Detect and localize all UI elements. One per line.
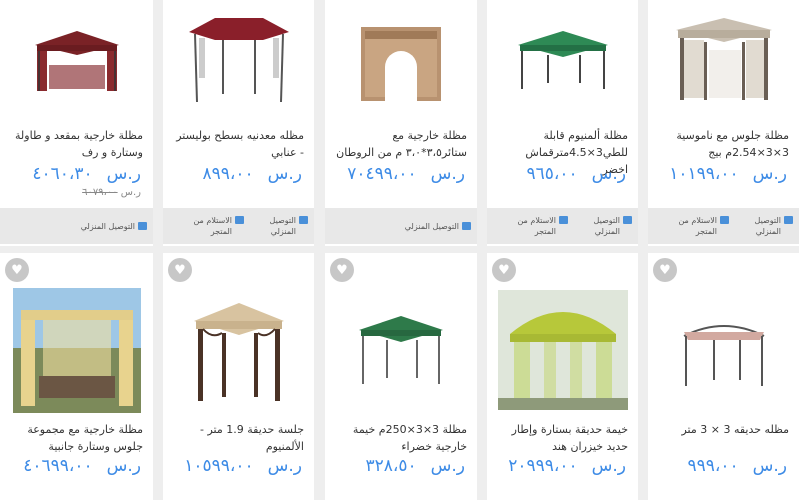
pickup-label: الاستلام من المتجر: [193, 216, 232, 236]
product-image[interactable]: [163, 0, 314, 120]
old-price: ر.س ٦٠٧٩،٠٠: [82, 187, 141, 198]
product-price: ر.س ٤٠٦٠،٣٠: [8, 164, 141, 184]
price-value: ٨٩٩،٠٠: [202, 164, 254, 184]
product-card[interactable]: مظلة جلوس مع ناموسية 3×3×2.54م بيج ر.س ١…: [648, 0, 799, 246]
heart-icon[interactable]: ♥: [492, 258, 516, 282]
product-grid: مظلة جلوس مع ناموسية 3×3×2.54م بيج ر.س ١…: [0, 0, 799, 500]
price-value: ٩٦٥،٠٠: [526, 164, 578, 184]
heart-icon[interactable]: ♥: [653, 258, 677, 282]
delivery-options: التوصيل المنزلي الاستلام من المتجر: [648, 208, 799, 244]
product-price: ر.س ٩٩٩،٠٠: [656, 456, 787, 476]
truck-icon: [138, 221, 147, 230]
product-card[interactable]: ♥ خيمة حديقة بستارة وإطار حديد خيزران هن…: [487, 253, 638, 500]
product-card[interactable]: ♥ مظلة 3×3×250م خيمة خارجية خضراء ر.س ٣٢…: [325, 253, 477, 500]
delivery-label: التوصيل المنزلي: [80, 221, 135, 231]
currency-label: ر.س: [752, 164, 787, 184]
price-value: ٤٠٦٩٩،٠٠: [23, 456, 93, 476]
currency-label: ر.س: [752, 456, 787, 476]
product-image[interactable]: [487, 285, 638, 415]
currency-label: ر.س: [591, 164, 626, 184]
currency-label: ر.س: [106, 164, 141, 184]
price-value: ١٠٥٩٩،٠٠: [184, 456, 254, 476]
delivery-options: التوصيل المنزلي الاستلام من المتجر: [163, 208, 314, 244]
product-card[interactable]: ♥ مظلة خارجية مع مجموعة جلوس وستارة جانب…: [0, 253, 153, 500]
old-price-value: ٦٠٧٩،٠٠: [82, 187, 118, 198]
product-image[interactable]: [325, 285, 477, 415]
product-price: ر.س ٩٦٥،٠٠: [495, 164, 626, 184]
product-price: ر.س ١٠٥٩٩،٠٠: [171, 456, 302, 476]
store-pickup-option: الاستلام من المتجر: [511, 215, 568, 237]
heart-icon[interactable]: ♥: [330, 258, 354, 282]
currency-label: ر.س: [430, 164, 465, 184]
store-icon: [720, 216, 729, 224]
store-pickup-option: الاستلام من المتجر: [187, 215, 244, 237]
product-title[interactable]: جلسة حديقة 1.9 متر - الألمنيوم: [173, 421, 304, 455]
product-title[interactable]: مظلة خارجية مع ستائر٣،٥*٣،٠ م من الروطان: [335, 127, 467, 161]
product-price: ر.س ٣٢٨،٥٠: [333, 456, 465, 476]
pickup-label: الاستلام من المتجر: [678, 216, 717, 236]
product-title[interactable]: مظلة جلوس مع ناموسية 3×3×2.54م بيج: [658, 127, 789, 161]
product-card[interactable]: ♥ مظله حديقه 3 × 3 متر ر.س ٩٩٩،٠٠: [648, 253, 799, 500]
product-title[interactable]: خيمة حديقة بستارة وإطار حديد خيزران هند: [497, 421, 628, 455]
truck-icon: [784, 216, 793, 224]
product-image[interactable]: [487, 0, 638, 120]
currency-label: ر.س: [267, 164, 302, 184]
product-price: ر.س ٧٠٤٩٩،٠٠: [333, 164, 465, 184]
currency-label: ر.س: [106, 456, 141, 476]
product-price: ر.س ٤٠٦٩٩،٠٠: [8, 456, 141, 476]
home-delivery-option: التوصيل المنزلي: [262, 215, 308, 237]
price-value: ٤٠٦٠،٣٠: [32, 164, 93, 184]
product-price: ر.س ١٠١٩٩،٠٠: [656, 164, 787, 184]
price-value: ١٠١٩٩،٠٠: [669, 164, 739, 184]
product-card[interactable]: ♥ جلسة حديقة 1.9 متر - الألمنيوم ر.س ١٠٥…: [163, 253, 314, 500]
price-value: ٢٠٩٩٩،٠٠: [508, 456, 578, 476]
store-pickup-option: الاستلام من المتجر: [672, 215, 729, 237]
product-title[interactable]: مظله معدنيه بسطح بوليستر - عنابي: [173, 127, 304, 161]
product-image[interactable]: [0, 0, 153, 120]
product-title[interactable]: مظلة 3×3×250م خيمة خارجية خضراء: [335, 421, 467, 455]
delivery-label: التوصيل المنزلي: [593, 216, 620, 236]
home-delivery-option: التوصيل المنزلي: [81, 221, 147, 232]
delivery-label: التوصيل المنزلي: [269, 216, 296, 236]
truck-icon: [623, 216, 632, 224]
product-card[interactable]: مظله معدنيه بسطح بوليستر - عنابي ر.س ٨٩٩…: [163, 0, 314, 246]
truck-icon: [299, 216, 308, 224]
product-title[interactable]: مظلة خارجية بمقعد و طاولة وستارة و رف: [10, 127, 143, 161]
product-image[interactable]: [163, 285, 314, 415]
currency-label: ر.س: [120, 187, 141, 198]
delivery-label: التوصيل المنزلي: [754, 216, 781, 236]
pickup-label: الاستلام من المتجر: [517, 216, 556, 236]
product-card[interactable]: مظلة خارجية مع ستائر٣،٥*٣،٠ م من الروطان…: [325, 0, 477, 246]
price-value: ٣٢٨،٥٠: [365, 456, 417, 476]
product-image[interactable]: [648, 285, 799, 415]
delivery-label: التوصيل المنزلي: [404, 221, 459, 231]
product-image[interactable]: [648, 0, 799, 120]
store-icon: [559, 216, 568, 224]
delivery-options: التوصيل المنزلي: [0, 208, 153, 244]
product-price: ر.س ٨٩٩،٠٠: [171, 164, 302, 184]
store-icon: [235, 216, 244, 224]
product-image[interactable]: [325, 0, 477, 120]
home-delivery-option: التوصيل المنزلي: [747, 215, 793, 237]
product-title[interactable]: مظلة خارجية مع مجموعة جلوس وستارة جانبية: [10, 421, 143, 455]
delivery-options: التوصيل المنزلي الاستلام من المتجر: [487, 208, 638, 244]
product-image[interactable]: [0, 285, 153, 415]
home-delivery-option: التوصيل المنزلي: [405, 221, 471, 232]
currency-label: ر.س: [267, 456, 302, 476]
product-title[interactable]: مظله حديقه 3 × 3 متر: [658, 421, 789, 438]
heart-icon[interactable]: ♥: [5, 258, 29, 282]
price-value: ٧٠٤٩٩،٠٠: [347, 164, 417, 184]
price-value: ٩٩٩،٠٠: [687, 456, 739, 476]
product-card[interactable]: مظلة خارجية بمقعد و طاولة وستارة و رف ر.…: [0, 0, 153, 246]
home-delivery-option: التوصيل المنزلي: [586, 215, 632, 237]
delivery-options: التوصيل المنزلي: [325, 208, 477, 244]
truck-icon: [462, 221, 471, 230]
product-card[interactable]: مظلة ألمنيوم قابلة للطي3×4.5مترقماش اخضر…: [487, 0, 638, 246]
heart-icon[interactable]: ♥: [168, 258, 192, 282]
product-price: ر.س ٢٠٩٩٩،٠٠: [495, 456, 626, 476]
currency-label: ر.س: [430, 456, 465, 476]
currency-label: ر.س: [591, 456, 626, 476]
